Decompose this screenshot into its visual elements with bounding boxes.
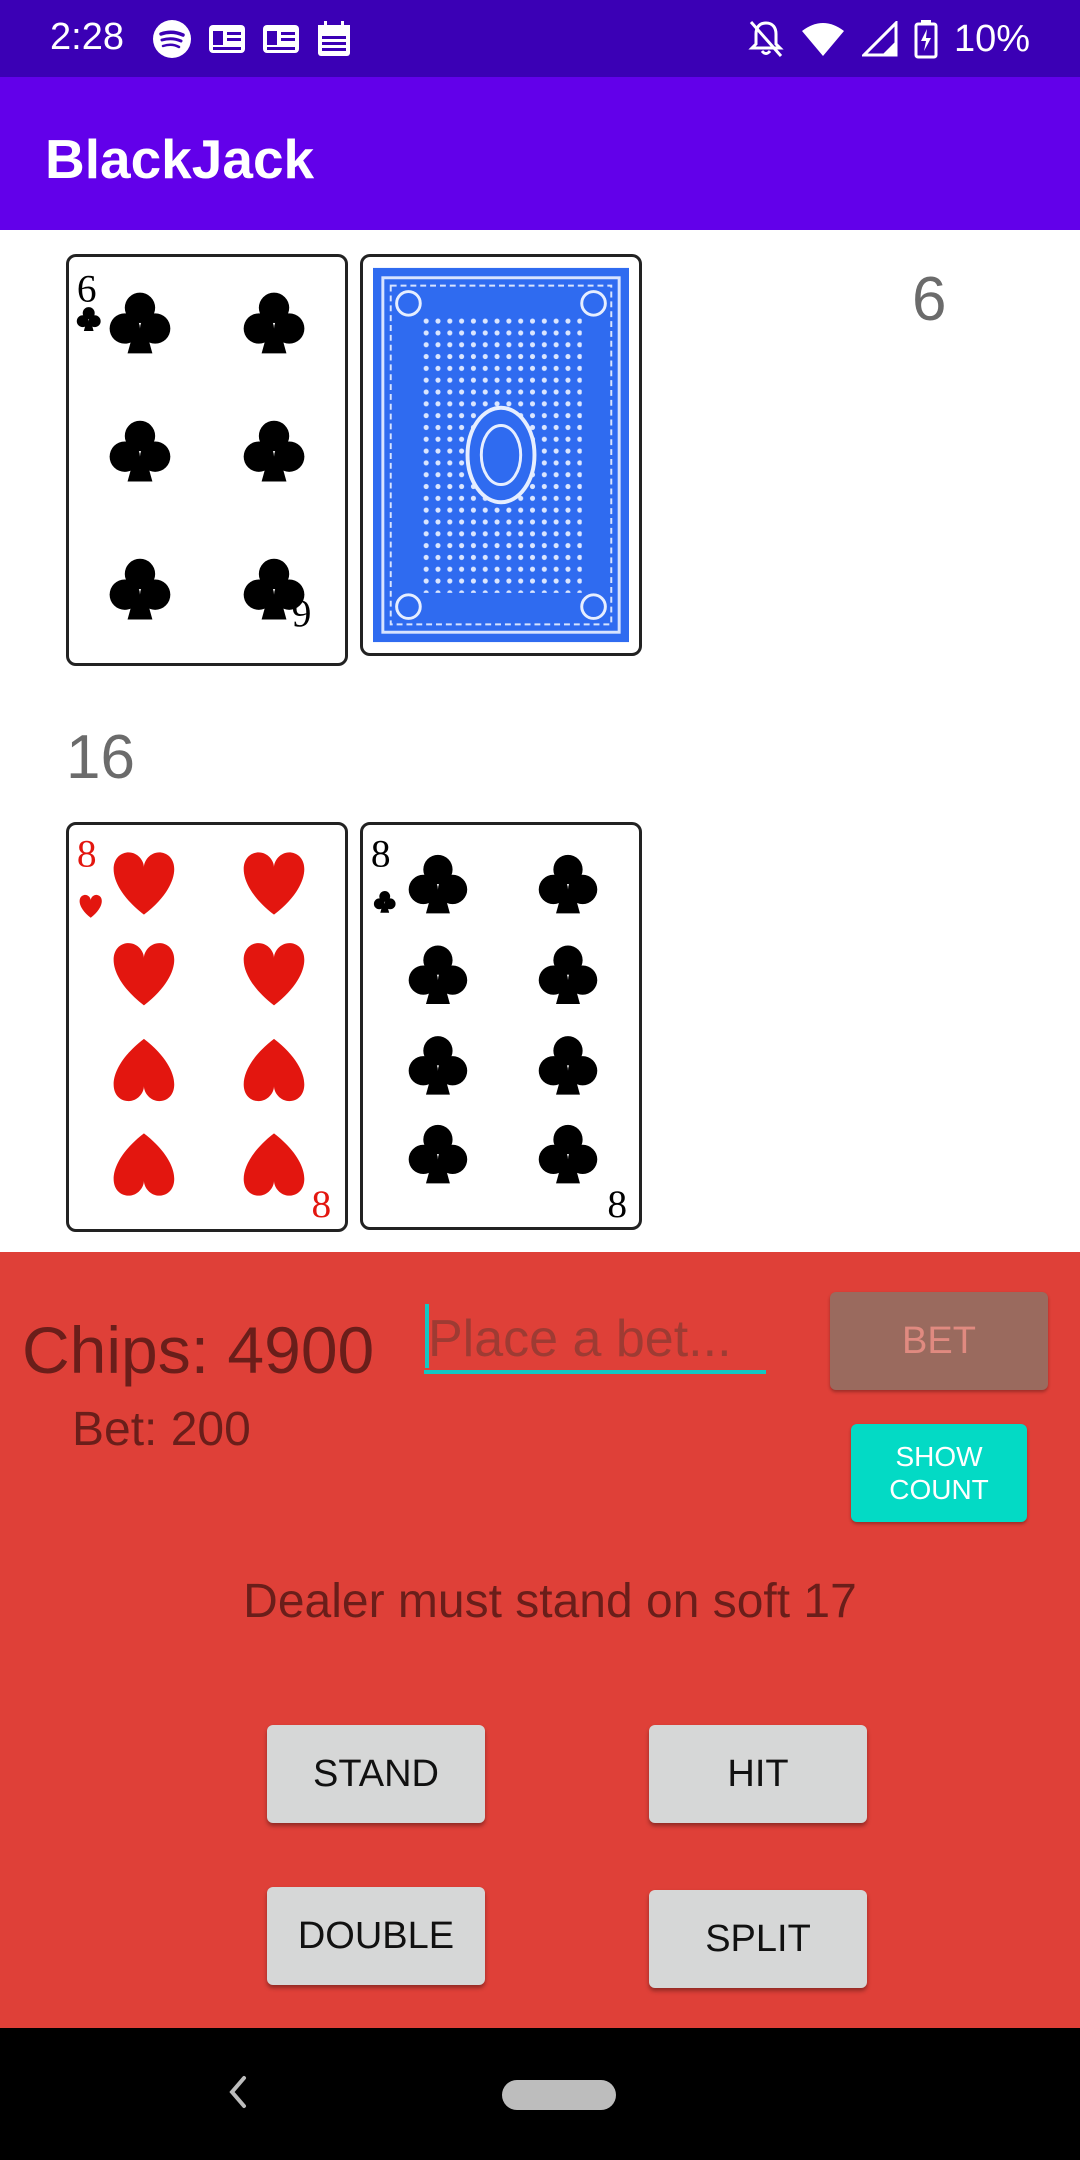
status-bar: 2:28 10% <box>0 0 1080 77</box>
svg-text:8: 8 <box>311 1182 331 1226</box>
news-icon <box>209 25 245 53</box>
svg-text:8: 8 <box>607 1182 627 1226</box>
battery-percent: 10% <box>953 17 1030 60</box>
split-button[interactable]: SPLIT <box>649 1890 867 1988</box>
calendar-icon <box>318 21 350 56</box>
bet-button[interactable]: BET <box>830 1292 1048 1390</box>
signal-icon <box>861 21 898 57</box>
eight-of-hearts-card-face: 8 8 <box>77 831 331 1226</box>
app-bar: BlackJack <box>0 77 1080 230</box>
betting-table: Chips: 4900 Bet: 200 BET SHOW COUNT Deal… <box>0 1252 1080 2028</box>
dealer-score: 6 <box>912 265 947 334</box>
notifications-off-icon <box>748 21 784 57</box>
card-back-pattern <box>373 267 629 643</box>
home-pill-button[interactable] <box>502 2080 616 2110</box>
status-time: 2:28 <box>50 16 124 58</box>
six-of-clubs-card-face: 6 6 <box>76 266 312 636</box>
wifi-icon <box>801 23 844 56</box>
dealer-card-face-down <box>360 254 642 656</box>
player-score: 16 <box>66 723 135 792</box>
app-title: BlackJack <box>45 128 315 190</box>
svg-text:8: 8 <box>371 831 391 875</box>
text-cursor <box>425 1304 429 1368</box>
bet-input[interactable] <box>424 1308 766 1374</box>
system-nav-bar <box>0 2028 1080 2160</box>
stand-button[interactable]: STAND <box>267 1725 485 1823</box>
status-system-icons: 10% <box>748 14 1030 64</box>
status-notification-icons <box>152 17 352 61</box>
hit-button[interactable]: HIT <box>649 1725 867 1823</box>
show-count-button[interactable]: SHOW COUNT <box>851 1424 1027 1522</box>
svg-text:6: 6 <box>292 592 312 636</box>
news-icon <box>263 25 299 53</box>
svg-text:8: 8 <box>77 831 97 875</box>
dealer-card-six-of-clubs: 6 6 <box>66 254 348 666</box>
eight-of-clubs-card-face: 8 8 <box>371 831 627 1226</box>
spotify-icon <box>153 20 191 58</box>
player-card-eight-of-clubs: 8 8 <box>360 822 642 1230</box>
svg-text:6: 6 <box>77 266 97 310</box>
battery-icon <box>914 20 938 59</box>
double-button[interactable]: DOUBLE <box>267 1887 485 1985</box>
player-card-eight-of-hearts: 8 8 <box>66 822 348 1232</box>
house-rule-text: Dealer must stand on soft 17 <box>243 1575 857 1628</box>
back-icon[interactable] <box>220 2068 256 2116</box>
chips-label: Chips: 4900 <box>22 1313 375 1387</box>
current-bet-label: Bet: 200 <box>72 1403 251 1456</box>
